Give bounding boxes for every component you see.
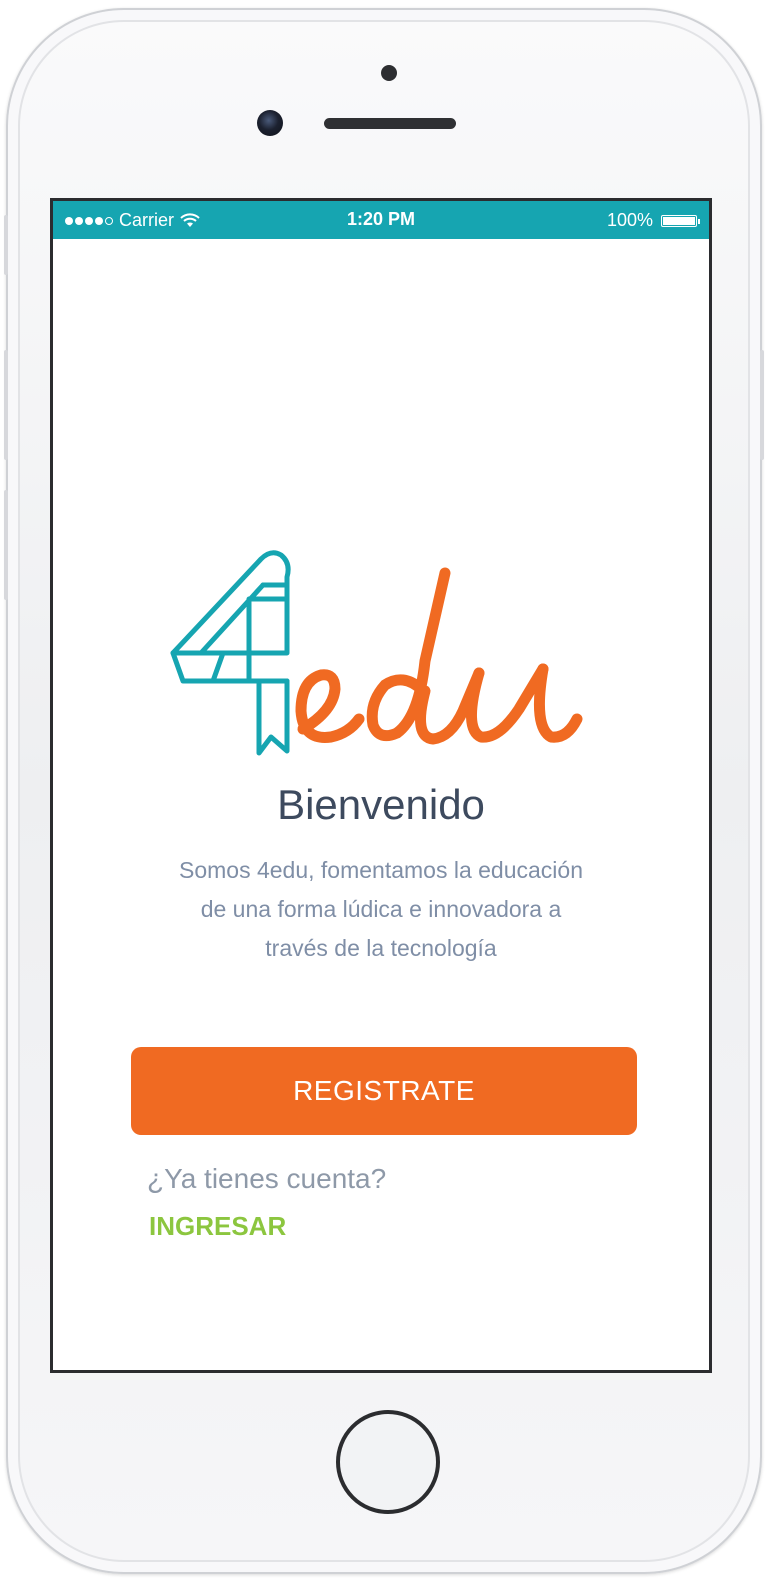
welcome-description: Somos 4edu, fomentamos la educación de u… bbox=[143, 851, 619, 968]
description-line: través de la tecnología bbox=[265, 935, 497, 961]
has-account-question: ¿Ya tienes cuenta? bbox=[147, 1163, 387, 1194]
front-camera-icon bbox=[257, 110, 283, 136]
proximity-sensor bbox=[381, 65, 397, 81]
app-screen: Carrier 1:20 PM 100% 4edu bbox=[50, 198, 712, 1373]
description-line: de una forma lúdica e innovadora a bbox=[200, 896, 562, 922]
status-right: 100% bbox=[606, 210, 700, 231]
mute-switch bbox=[4, 215, 8, 275]
home-button[interactable] bbox=[336, 1410, 440, 1514]
logo-mark-four bbox=[170, 550, 291, 756]
battery-percent: 100% bbox=[606, 210, 653, 230]
volume-up-button bbox=[4, 350, 8, 460]
power-button bbox=[760, 350, 764, 460]
status-bar: Carrier 1:20 PM 100% bbox=[53, 201, 709, 239]
register-button[interactable]: REGISTRATE bbox=[131, 1047, 637, 1135]
battery-icon bbox=[661, 214, 700, 227]
welcome-title: Bienvenido bbox=[277, 781, 485, 828]
login-link[interactable]: INGRESAR bbox=[149, 1211, 286, 1242]
volume-down-button bbox=[4, 490, 8, 600]
earpiece-speaker bbox=[324, 118, 456, 129]
app-logo: 4edu bbox=[170, 550, 583, 756]
description-line: Somos 4edu, fomentamos la educación bbox=[178, 857, 584, 883]
